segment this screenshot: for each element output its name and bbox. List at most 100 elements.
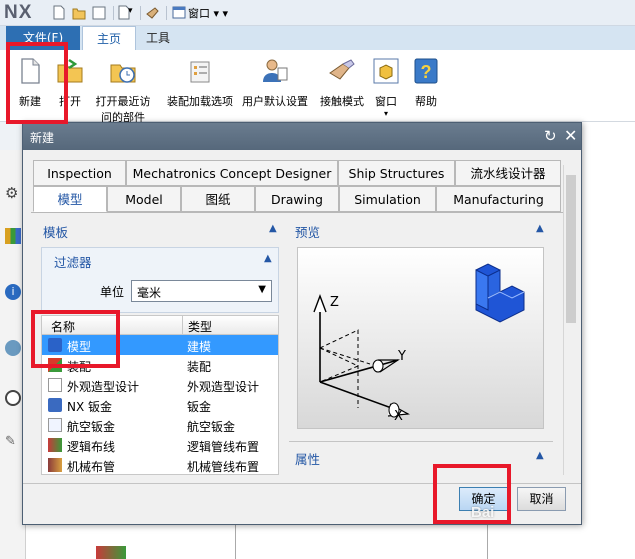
user-defaults-icon bbox=[263, 59, 288, 82]
template-list: 名称 类型 模型 建模 装配 装配 外观造型设计 外观造型设计 NX 钣金 钣金… bbox=[41, 315, 279, 475]
quick-access-toolbar: NX ▾ 窗口 ▾ ▾ bbox=[0, 0, 635, 26]
model-template-icon bbox=[48, 338, 62, 352]
divider bbox=[487, 524, 488, 559]
tab-drawing-cn[interactable]: 图纸 bbox=[181, 186, 255, 212]
save-icon[interactable] bbox=[92, 5, 106, 20]
templates-section-header[interactable]: 模板 bbox=[43, 222, 68, 241]
aero-sheet-metal-icon bbox=[48, 418, 62, 432]
template-row-shape-studio[interactable]: 外观造型设计 外观造型设计 bbox=[42, 375, 278, 395]
toolbar-separator bbox=[140, 6, 141, 20]
coordinate-system-icon: Z Y X bbox=[313, 263, 525, 424]
x-axis-label: X bbox=[394, 409, 403, 424]
divider bbox=[289, 441, 553, 442]
template-row-aero-sheet-metal[interactable]: 航空钣金 航空钣金 bbox=[42, 415, 278, 435]
toolbar-separator bbox=[166, 6, 167, 20]
resource-bar-header: 宝 bbox=[0, 122, 22, 173]
chevron-down-icon: ▼ bbox=[258, 284, 266, 295]
svg-text:?: ? bbox=[421, 62, 432, 82]
chevron-up-icon[interactable]: ▲ bbox=[264, 253, 272, 264]
new-file-icon[interactable] bbox=[52, 5, 66, 20]
column-name[interactable]: 名称 bbox=[51, 318, 75, 335]
template-row-mechanical-piping[interactable]: 机械布管 机械管线布置 bbox=[42, 455, 278, 474]
tab-ship-structures[interactable]: Ship Structures bbox=[338, 160, 455, 186]
info-icon[interactable]: i bbox=[5, 284, 21, 300]
logical-routing-icon bbox=[48, 438, 62, 452]
tab-simulation[interactable]: Simulation bbox=[339, 186, 436, 212]
new-dialog: 新建 ↻ ✕ Inspection Mechatronics Concept D… bbox=[22, 122, 582, 525]
unit-select[interactable]: 毫米 ▼ bbox=[131, 280, 272, 302]
tab-inspection[interactable]: Inspection bbox=[33, 160, 126, 186]
close-icon[interactable]: ✕ bbox=[564, 126, 580, 145]
watermark: Bai bbox=[471, 504, 495, 521]
chevron-up-icon[interactable]: ▲ bbox=[269, 223, 277, 234]
new-button[interactable]: 新建 bbox=[12, 56, 48, 109]
assembly-options-icon bbox=[190, 61, 210, 83]
dialog-scrollbar[interactable] bbox=[563, 165, 577, 475]
touch-mode-button[interactable]: 接触模式 bbox=[318, 56, 366, 109]
chevron-up-icon[interactable]: ▲ bbox=[536, 223, 544, 234]
tab-model-cn[interactable]: 模型 bbox=[33, 186, 107, 212]
window-menu[interactable]: 窗口 ▾ ▾ bbox=[188, 5, 228, 21]
touch-mode-icon[interactable] bbox=[146, 5, 160, 20]
gear-icon[interactable]: ⚙ bbox=[5, 184, 21, 202]
dialog-footer-divider bbox=[23, 483, 581, 484]
tab-file[interactable]: 文件(F) bbox=[6, 26, 80, 50]
window-button[interactable]: 窗口 ▾ bbox=[370, 56, 402, 118]
template-row-logical-routing[interactable]: 逻辑布线 逻辑管线布置 bbox=[42, 435, 278, 455]
assembly-load-options-button[interactable]: 装配加载选项 bbox=[164, 56, 236, 109]
template-row-sheet-metal[interactable]: NX 钣金 钣金 bbox=[42, 395, 278, 415]
window-cube-icon bbox=[373, 58, 399, 84]
chevron-up-icon[interactable]: ▲ bbox=[536, 450, 544, 461]
tab-model[interactable]: Model bbox=[107, 186, 181, 212]
chevron-down-icon[interactable]: ▾ bbox=[128, 6, 133, 16]
template-row-assembly[interactable]: 装配 装配 bbox=[42, 355, 278, 375]
cancel-button[interactable]: 取消 bbox=[517, 487, 566, 511]
column-type[interactable]: 类型 bbox=[188, 318, 212, 335]
filter-section-header[interactable]: 过滤器 bbox=[54, 252, 92, 271]
dialog-title-bar: 新建 ↻ ✕ bbox=[23, 123, 581, 150]
unit-label: 单位 bbox=[100, 285, 125, 299]
divider bbox=[235, 524, 236, 559]
preview-image: Z Y X bbox=[297, 247, 544, 429]
template-list-header: 名称 类型 bbox=[42, 316, 278, 335]
scrollbar-thumb[interactable] bbox=[566, 175, 576, 323]
new-file-icon bbox=[21, 58, 40, 84]
chevron-down-icon: ▾ bbox=[383, 109, 388, 118]
nx-logo: NX bbox=[4, 2, 33, 23]
touch-mode-icon bbox=[329, 59, 355, 80]
window-icon[interactable] bbox=[172, 5, 186, 20]
help-icon: ? bbox=[414, 58, 438, 84]
z-axis-label: Z bbox=[330, 295, 339, 310]
template-row-model[interactable]: 模型 建模 bbox=[42, 335, 278, 355]
tab-home[interactable]: 主页 bbox=[82, 26, 136, 50]
help-button[interactable]: ? 帮助 bbox=[410, 56, 442, 109]
history-clock-icon[interactable] bbox=[5, 390, 21, 406]
graphics-icon bbox=[96, 546, 126, 559]
preview-section-header[interactable]: 预览 bbox=[295, 222, 320, 241]
open-button[interactable]: 打开 bbox=[52, 56, 88, 109]
tab-manufacturing[interactable]: Manufacturing bbox=[436, 186, 561, 212]
tab-tools[interactable]: 工具 bbox=[146, 26, 186, 50]
ribbon-tab-bar: 文件(F) 主页 工具 bbox=[0, 26, 635, 50]
mechanical-piping-icon bbox=[48, 458, 62, 472]
open-folder-icon[interactable] bbox=[72, 5, 86, 20]
open-folder-icon bbox=[57, 58, 83, 83]
library-icon[interactable] bbox=[5, 228, 21, 244]
tab-line-designer[interactable]: 流水线设计器 bbox=[455, 160, 561, 186]
part-cube-icon bbox=[475, 263, 525, 323]
y-axis-label: Y bbox=[397, 349, 406, 364]
roles-icon[interactable]: ✎ bbox=[5, 434, 21, 450]
web-icon[interactable] bbox=[5, 340, 21, 356]
toolbar-separator bbox=[113, 6, 114, 20]
ribbon-home: 新建 打开 打开最近访 问的部件 装配加载选项 用户默认设置 接触模式 窗口 ▾… bbox=[0, 50, 635, 125]
tab-drawing[interactable]: Drawing bbox=[255, 186, 339, 212]
sheet-metal-icon bbox=[48, 398, 62, 412]
reset-icon[interactable]: ↻ bbox=[544, 127, 560, 145]
recent-parts-icon bbox=[110, 64, 136, 83]
properties-section-header[interactable]: 属性 bbox=[295, 449, 320, 468]
assembly-template-icon bbox=[48, 358, 62, 372]
open-recent-button[interactable]: 打开最近访 问的部件 bbox=[92, 56, 154, 125]
tab-mechatronics[interactable]: Mechatronics Concept Designer bbox=[126, 160, 338, 186]
dialog-title: 新建 bbox=[30, 131, 55, 145]
user-defaults-button[interactable]: 用户默认设置 bbox=[240, 56, 310, 109]
